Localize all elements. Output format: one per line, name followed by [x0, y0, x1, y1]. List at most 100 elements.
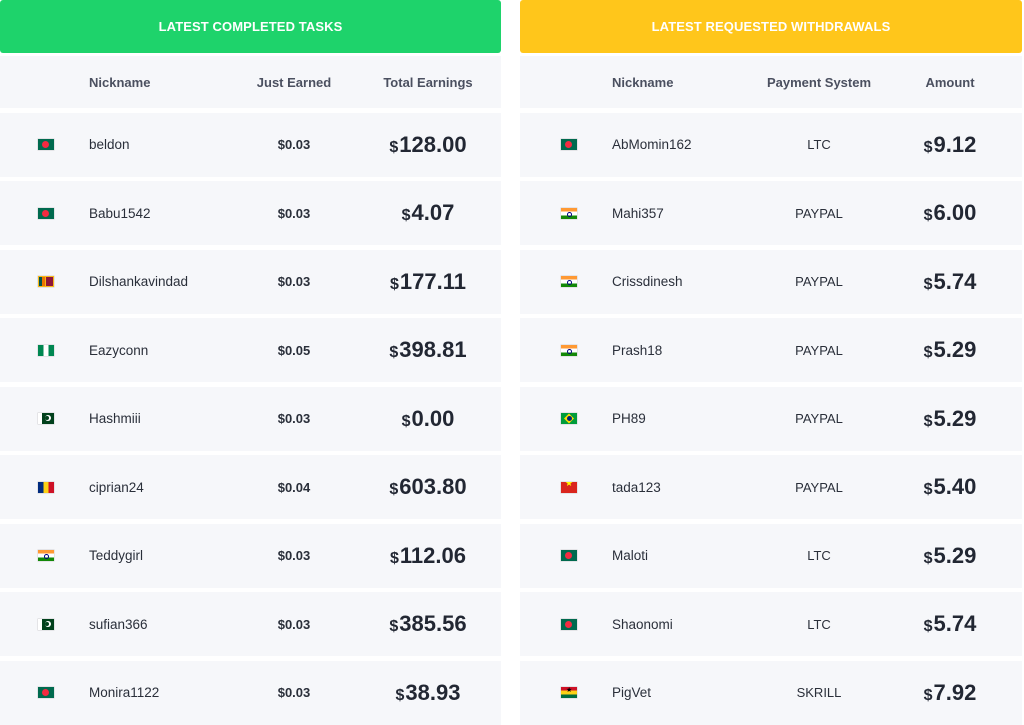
total-value: 603.80 [399, 474, 467, 499]
total-value: 4.07 [411, 200, 455, 225]
amount-value: 5.29 [933, 405, 977, 431]
currency-symbol: $ [923, 207, 933, 224]
amount-value: 5.29 [933, 337, 977, 362]
currency-symbol: $ [390, 275, 399, 293]
table-row: Hashmiii $0.03 $0.00 [0, 386, 501, 451]
table-row: Shaonomi LTC $5.74 [520, 592, 1022, 656]
nickname: ciprian24 [89, 479, 144, 495]
nickname: Crissdinesh [612, 274, 683, 289]
flag-icon [561, 139, 577, 150]
just-earned: $0.04 [277, 479, 311, 495]
table-row: Prash18 PAYPAL $5.29 [520, 318, 1022, 382]
flag-icon [561, 207, 577, 219]
total-value: 128.00 [399, 131, 467, 157]
total-earnings: $385.56 [370, 592, 486, 656]
amount-value: 5.29 [933, 542, 977, 568]
column-nickname: Nickname [612, 74, 674, 90]
flag-cell [37, 524, 55, 588]
amount-value: 5.74 [933, 611, 977, 636]
currency-symbol: $ [923, 138, 933, 156]
flag-icon [38, 687, 54, 698]
flag-cell [560, 455, 578, 519]
currency-symbol: $ [389, 618, 399, 635]
flag-cell [37, 181, 55, 245]
currency-symbol: $ [401, 207, 411, 224]
nickname: sufian366 [89, 616, 148, 632]
nickname: PigVet [612, 685, 652, 700]
column-total-earnings: Total Earnings [383, 74, 473, 90]
payment-system: LTC [807, 548, 831, 563]
flag-cell [560, 318, 578, 382]
amount: $5.29 [900, 387, 1000, 451]
payment-system: PAYPAL [795, 274, 843, 289]
flag-cell [560, 592, 578, 656]
flag-icon [38, 139, 54, 150]
currency-symbol: $ [923, 344, 933, 361]
table-row: Teddygirl $0.03 $112.06 [0, 523, 501, 588]
total-earnings: $112.06 [370, 524, 486, 588]
table-row: Babu1542 $0.03 $4.07 [0, 181, 501, 245]
currency-symbol: $ [923, 618, 933, 635]
completed-tasks-list: beldon $0.03 $128.00 Babu1542 $0.03 $4.07 Dils… [0, 112, 501, 725]
nickname: AbMomin162 [612, 137, 692, 152]
total-earnings: $603.80 [370, 455, 486, 519]
page: LATEST COMPLETED TASKS Nickname Just Ear… [0, 0, 1024, 725]
withdrawals-panel: LATEST REQUESTED WITHDRAWALS Nickname Pa… [520, 0, 1022, 725]
completed-tasks-panel: LATEST COMPLETED TASKS Nickname Just Ear… [0, 0, 501, 725]
currency-symbol: $ [923, 481, 933, 498]
total-value: 177.11 [399, 268, 466, 294]
table-row: Maloti LTC $5.29 [520, 523, 1022, 588]
flag-cell [37, 661, 55, 725]
nickname: Teddygirl [89, 548, 144, 563]
flag-icon [38, 413, 54, 424]
payment-system: LTC [807, 616, 831, 632]
flag-cell [37, 455, 55, 519]
flag-cell [37, 592, 55, 656]
table-row: ciprian24 $0.04 $603.80 [0, 455, 501, 519]
total-value: 385.56 [399, 611, 467, 636]
completed-tasks-header: Nickname Just Earned Total Earnings [0, 56, 501, 108]
amount: $5.74 [900, 592, 1000, 656]
nickname: beldon [89, 137, 130, 152]
nickname: Mahi357 [612, 205, 664, 221]
flag-icon [38, 550, 54, 561]
amount: $5.74 [900, 250, 1000, 314]
amount: $5.29 [900, 524, 1000, 588]
flag-icon [561, 481, 577, 493]
amount: $5.40 [900, 455, 1000, 519]
withdrawals-list: AbMomin162 LTC $9.12 Mahi357 PAYPAL $6.00 Cris… [520, 112, 1022, 725]
table-row: sufian366 $0.03 $385.56 [0, 592, 501, 656]
flag-cell [37, 250, 55, 314]
amount-value: 5.40 [933, 474, 977, 499]
payment-system: PAYPAL [795, 342, 843, 358]
currency-symbol: $ [389, 344, 399, 361]
currency-symbol: $ [389, 138, 399, 156]
column-nickname: Nickname [89, 74, 151, 90]
flag-icon [561, 344, 577, 356]
flag-cell [560, 250, 578, 314]
amount-value: 5.74 [933, 268, 977, 294]
total-earnings: $177.11 [370, 250, 486, 314]
flag-cell [560, 524, 578, 588]
flag-icon [561, 413, 577, 424]
just-earned: $0.05 [277, 342, 311, 358]
nickname: tada123 [612, 479, 661, 495]
just-earned: $0.03 [277, 137, 311, 152]
currency-symbol: $ [389, 481, 399, 498]
just-earned: $0.03 [277, 274, 311, 289]
amount: $6.00 [900, 181, 1000, 245]
flag-icon [38, 618, 54, 630]
total-value: 38.93 [405, 679, 461, 705]
flag-cell [560, 661, 578, 725]
flag-icon [561, 618, 577, 630]
amount: $7.92 [900, 661, 1000, 725]
table-row: Dilshankavindad $0.03 $177.11 [0, 249, 501, 314]
nickname: Hashmiii [89, 411, 141, 426]
flag-icon [38, 207, 54, 219]
flag-cell [560, 181, 578, 245]
total-earnings: $38.93 [370, 661, 486, 725]
table-row: Mahi357 PAYPAL $6.00 [520, 181, 1022, 245]
nickname: Shaonomi [612, 616, 673, 632]
currency-symbol: $ [923, 275, 933, 293]
table-row: AbMomin162 LTC $9.12 [520, 112, 1022, 177]
